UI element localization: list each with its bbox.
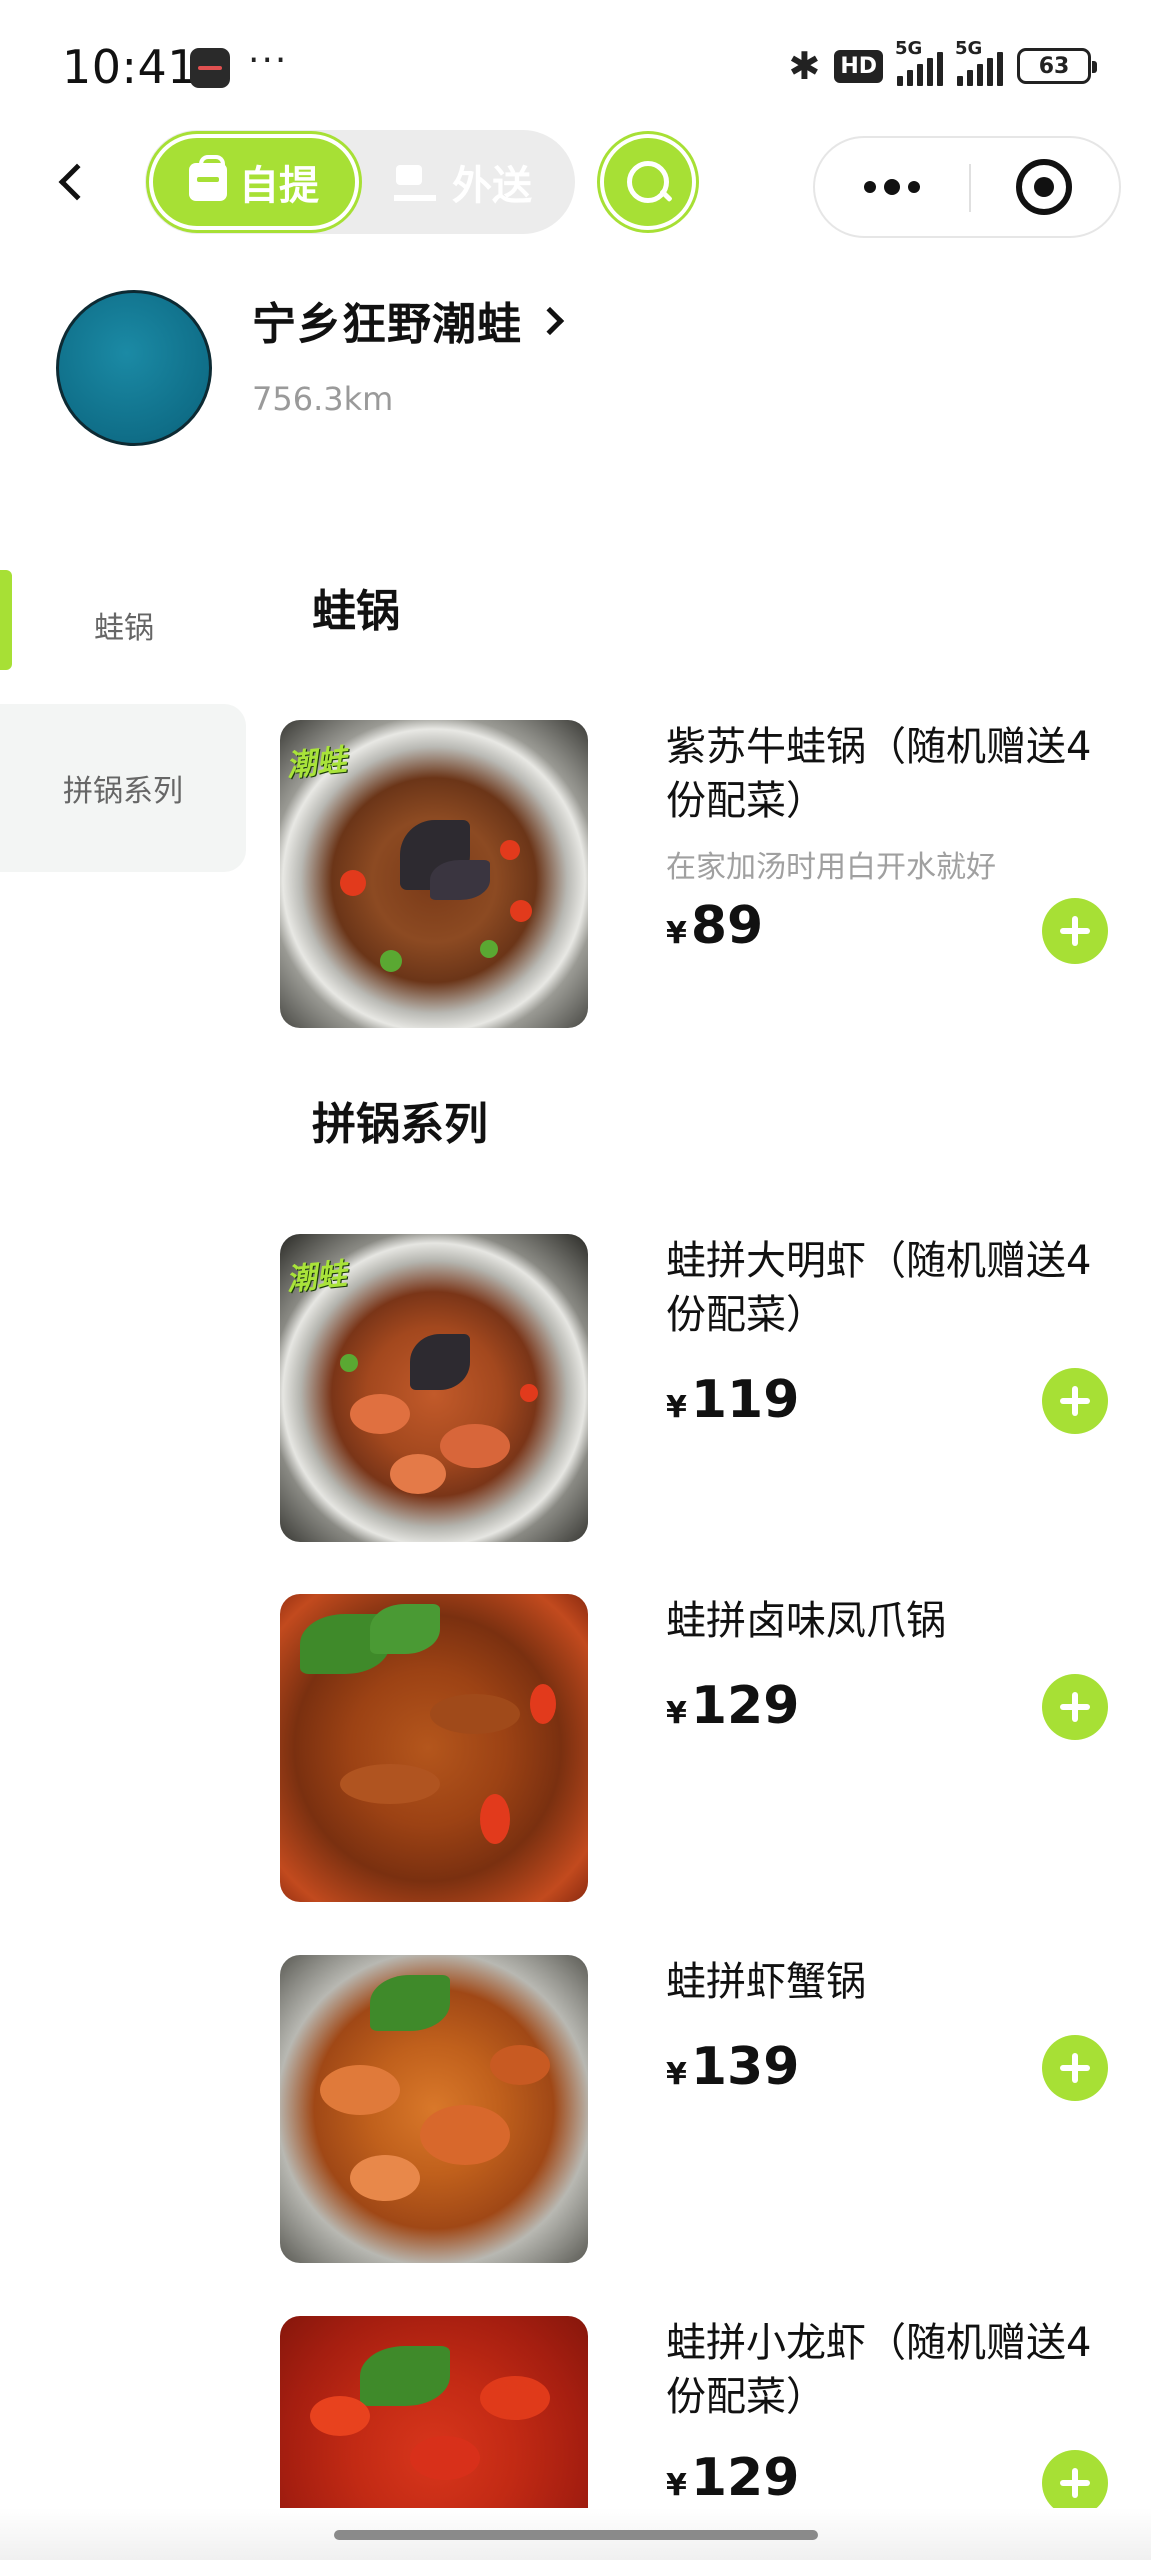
delivery-tab-label: 外送	[452, 163, 532, 209]
menu-item[interactable]: 蛙拼虾蟹锅 ¥ 139	[280, 1955, 1120, 2265]
store-avatar[interactable]	[56, 290, 212, 446]
bag-icon	[189, 155, 227, 201]
plus-icon	[1060, 1692, 1090, 1722]
brand-logo: 潮蛙	[284, 742, 349, 785]
dot	[883, 179, 900, 195]
search-icon	[625, 159, 671, 205]
more-notifications-icon: ···	[248, 40, 289, 81]
battery-icon: 63	[1017, 48, 1097, 84]
store-name: 宁乡狂野潮蛙	[252, 299, 522, 350]
item-price: ¥ 129	[666, 1676, 799, 1736]
add-to-cart-button[interactable]	[1042, 2450, 1108, 2508]
price-value: 119	[690, 1370, 800, 1430]
menu-item[interactable]: 潮蛙 蛙拼大明虾（随机赠送4份配菜） ¥ 119	[280, 1234, 1120, 1544]
sidebar-item-label: 拼锅系列	[63, 774, 183, 809]
delivery-tab[interactable]: 外送	[363, 134, 563, 230]
more-options-button[interactable]	[815, 138, 968, 236]
item-price: ¥ 129	[666, 2448, 799, 2508]
price-value: 129	[690, 1676, 800, 1736]
target-icon	[1016, 159, 1072, 215]
status-indicators: ✱ HD 5G 5G 63	[788, 38, 1097, 88]
dot	[907, 181, 920, 193]
recorder-app-icon	[190, 48, 230, 88]
sidebar-item-label: 蛙锅	[94, 611, 154, 646]
network-type-label: 5G	[955, 38, 983, 59]
item-name: 蛙拼卤味凤爪锅	[666, 1598, 946, 1644]
currency-symbol: ¥	[666, 1696, 687, 1731]
close-miniprogram-button[interactable]	[969, 138, 1119, 236]
plus-icon	[1060, 1386, 1090, 1416]
add-to-cart-button[interactable]	[1042, 898, 1108, 964]
active-indicator	[0, 570, 12, 670]
status-time: 10:41	[62, 40, 198, 94]
add-to-cart-button[interactable]	[1042, 1368, 1108, 1434]
menu-item[interactable]: 潮蛙 紫苏牛蛙锅（随机赠送4份配菜） 在家加汤时用白开水就好 ¥ 89	[280, 720, 1120, 1030]
add-to-cart-button[interactable]	[1042, 1674, 1108, 1740]
pickup-tab-label: 自提	[239, 163, 319, 209]
sidebar-item-frog-pot[interactable]: 蛙锅	[0, 560, 248, 690]
add-to-cart-button[interactable]	[1042, 2035, 1108, 2101]
currency-symbol: ¥	[666, 2468, 687, 2503]
category-sidebar: 蛙锅 拼锅系列	[0, 560, 248, 2560]
plus-icon	[1060, 2053, 1090, 2083]
menu-item[interactable]: 蛙拼卤味凤爪锅 ¥ 129	[280, 1594, 1120, 1904]
network-type-label: 5G	[895, 38, 923, 59]
signal-strength-icon: 5G	[955, 38, 1003, 86]
item-name: 蛙拼虾蟹锅	[666, 1959, 866, 2005]
search-button[interactable]	[600, 134, 696, 230]
crayfish-pot-photo[interactable]	[280, 2316, 588, 2508]
item-price: ¥ 139	[666, 2037, 799, 2097]
scooter-icon	[394, 163, 440, 201]
hd-voice-icon: HD	[834, 49, 883, 83]
plus-icon	[1060, 916, 1090, 946]
frog-shrimp-pot-photo[interactable]: 潮蛙	[280, 1234, 588, 1542]
shrimp-crab-pot-photo[interactable]	[280, 1955, 588, 2263]
item-name: 蛙拼大明虾（随机赠送4份配菜）	[666, 1238, 1092, 1338]
category-title: 蛙锅	[312, 586, 400, 637]
currency-symbol: ¥	[666, 1390, 687, 1425]
sidebar-item-combo-pot[interactable]: 拼锅系列	[0, 704, 246, 872]
item-name: 蛙拼小龙虾（随机赠送4份配菜）	[666, 2320, 1092, 2420]
bluetooth-icon: ✱	[788, 44, 821, 88]
item-name: 紫苏牛蛙锅（随机赠送4份配菜）	[666, 724, 1092, 824]
frog-pot-photo[interactable]: 潮蛙	[280, 720, 588, 1028]
currency-symbol: ¥	[666, 2057, 687, 2092]
miniprogram-capsule	[813, 136, 1121, 238]
store-distance: 756.3km	[252, 380, 394, 418]
brand-logo: 潮蛙	[284, 1256, 349, 1299]
chicken-feet-pot-photo[interactable]	[280, 1594, 588, 1902]
signal-strength-icon: 5G	[895, 38, 943, 86]
currency-symbol: ¥	[666, 916, 687, 951]
price-value: 89	[690, 896, 764, 956]
home-indicator[interactable]	[334, 2530, 818, 2540]
chevron-left-icon	[58, 163, 96, 201]
price-value: 129	[690, 2448, 800, 2508]
status-bar: 10:41 ··· ✱ HD 5G 5G 63	[0, 0, 1151, 130]
dot	[863, 181, 876, 193]
back-button[interactable]	[50, 150, 96, 214]
item-price: ¥ 119	[666, 1370, 799, 1430]
fulfillment-mode-toggle[interactable]: 自提 外送	[145, 130, 575, 234]
item-description: 在家加汤时用白开水就好	[666, 850, 996, 885]
category-title: 拼锅系列	[312, 1099, 488, 1150]
price-value: 139	[690, 2037, 800, 2097]
chevron-right-icon	[535, 306, 565, 336]
store-name-link[interactable]: 宁乡狂野潮蛙	[252, 288, 565, 352]
plus-icon	[1060, 2468, 1090, 2498]
menu-item[interactable]: 蛙拼小龙虾（随机赠送4份配菜） ¥ 129	[280, 2316, 1120, 2508]
pickup-tab[interactable]: 自提	[149, 134, 359, 230]
item-price: ¥ 89	[666, 896, 763, 956]
